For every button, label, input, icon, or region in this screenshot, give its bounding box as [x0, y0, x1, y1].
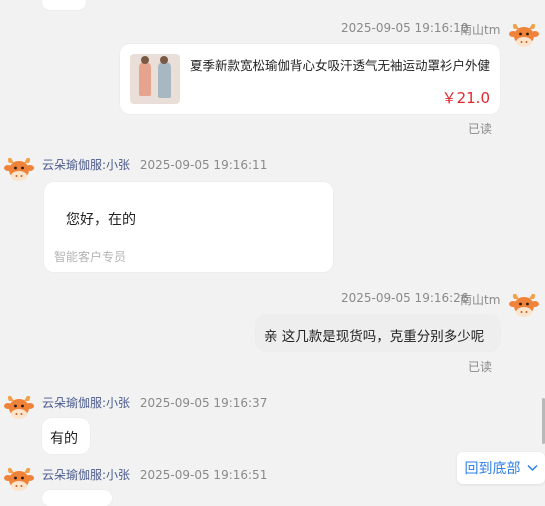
message-footer-label: 智能客户专员 — [54, 250, 127, 264]
message-header: 云朵瑜伽服:小张 2025-09-05 19:16:37 — [42, 394, 267, 411]
read-status: 已读 — [468, 122, 493, 136]
message-timestamp: 2025-09-05 19:16:11 — [139, 158, 268, 172]
message-sender-name: 南山tm — [460, 23, 501, 37]
read-status: 已读 — [468, 360, 493, 374]
message-timestamp: 2025-09-05 19:16:10 — [341, 21, 469, 35]
message-timestamp: 2025-09-05 19:16:51 — [139, 468, 268, 482]
message-timestamp: 2025-09-05 19:16:26 — [341, 291, 469, 305]
chevron-down-icon — [526, 464, 538, 472]
message-timestamp: 2025-09-05 19:16:37 — [139, 396, 268, 410]
message-sender-name: 南山tm — [460, 293, 501, 307]
message-header: 云朵瑜伽服:小张 2025-09-05 19:16:51 — [42, 466, 267, 483]
product-title[interactable]: 夏季新款宽松瑜伽背心女吸汗透气无袖运动罩衫户外健... — [190, 55, 490, 74]
product-price: ￥21.0 — [441, 89, 490, 107]
message-sender-name: 云朵瑜伽服:小张 — [42, 468, 131, 482]
message-bubble: 有的 — [42, 418, 90, 454]
message-text: 有的 — [50, 431, 78, 447]
user-avatar[interactable] — [509, 290, 539, 320]
message-text: 亲 这几款是现货吗，克重分别多少呢 — [264, 329, 485, 345]
product-thumbnail — [130, 54, 180, 104]
message-bubble — [42, 490, 112, 506]
seller-avatar[interactable] — [4, 464, 34, 494]
message-header: 云朵瑜伽服:小张 2025-09-05 19:16:11 — [42, 156, 267, 173]
message-sender-name: 云朵瑜伽服:小张 — [42, 158, 131, 172]
back-to-bottom-label: 回到底部 — [464, 461, 521, 477]
message-sender-name: 云朵瑜伽服:小张 — [42, 396, 131, 410]
product-card[interactable]: 夏季新款宽松瑜伽背心女吸汗透气无袖运动罩衫户外健... ￥21.0 — [120, 44, 500, 114]
user-avatar[interactable] — [509, 20, 539, 50]
message-bubble-stub — [42, 0, 86, 10]
seller-avatar[interactable] — [4, 392, 34, 422]
seller-avatar[interactable] — [4, 154, 34, 184]
back-to-bottom-button[interactable]: 回到底部 — [457, 452, 545, 484]
scrollbar[interactable] — [541, 0, 545, 498]
message-bubble: 亲 这几款是现货吗，克重分别多少呢 — [256, 315, 500, 351]
message-bubble: 您好，在的 智能客户专员 — [44, 182, 333, 272]
message-text: 您好，在的 — [66, 212, 136, 228]
